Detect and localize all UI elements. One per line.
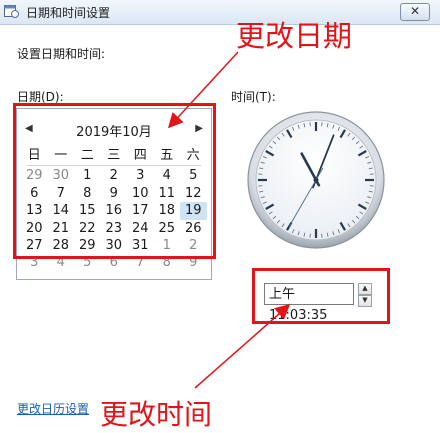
close-button[interactable]: ✕ [400,3,430,21]
analog-clock [246,110,386,250]
window-title: 日期和时间设置 [26,4,110,21]
title-bar: 日期和时间设置 ✕ [0,0,440,25]
calendar-clock-icon [4,4,19,18]
page-heading: 设置日期和时间: [17,45,105,62]
time-highlight-box [252,268,390,324]
date-highlight-box [13,103,216,259]
annotation-change-date: 更改日期 [236,13,352,55]
change-calendar-settings-link[interactable]: 更改日历设置 [17,400,89,417]
annotation-change-time: 更改时间 [100,393,212,433]
time-label: 时间(T): [231,88,276,105]
